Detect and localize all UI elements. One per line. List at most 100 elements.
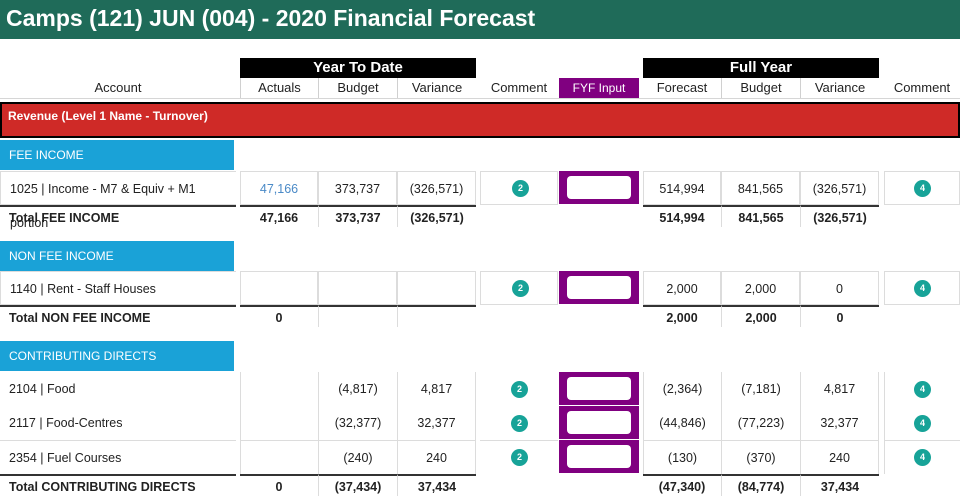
fyf-input-field[interactable] <box>559 372 639 405</box>
total-label: Total FEE INCOME <box>0 205 236 227</box>
page-title: Camps (121) JUN (004) - 2020 Financial F… <box>0 0 960 39</box>
col-comment: Comment <box>490 80 548 95</box>
comment-count-badge[interactable]: 2 <box>511 381 528 398</box>
fyf-input-field[interactable] <box>559 406 639 439</box>
col-fy-variance: Variance <box>800 78 879 98</box>
comment-count-badge[interactable]: 2 <box>512 280 529 297</box>
revenue-level-header[interactable]: Revenue (Level 1 Name - Turnover) <box>0 102 960 138</box>
actuals-value <box>240 406 318 440</box>
budget-value <box>318 271 397 305</box>
total-fy-budget: 2,000 <box>721 305 800 327</box>
comment-count-badge[interactable]: 2 <box>511 415 528 432</box>
fy-budget-value: (7,181) <box>721 372 800 406</box>
account-label: 2354 | Fuel Courses <box>0 440 236 474</box>
fy-comment-cell: 4 <box>884 440 960 474</box>
total-label: Total NON FEE INCOME <box>0 305 236 327</box>
fy-comment-count-badge[interactable]: 4 <box>914 381 931 398</box>
fy-variance-value: (326,571) <box>800 171 879 205</box>
budget-value: 373,737 <box>318 171 397 205</box>
comment-cell: 2 <box>480 406 558 440</box>
fy-comment-cell: 4 <box>884 372 960 406</box>
total-actuals: 47,166 <box>240 205 318 227</box>
fy-comment-cell: 4 <box>884 171 960 205</box>
actuals-value <box>240 271 318 305</box>
col-actuals: Actuals <box>240 78 318 98</box>
col-budget: Budget <box>318 78 397 98</box>
col-account: Account <box>94 80 142 95</box>
variance-value: 32,377 <box>397 406 476 440</box>
fy-comment-count-badge[interactable]: 4 <box>914 415 931 432</box>
comment-cell: 2 <box>480 440 558 474</box>
total-actuals: 0 <box>240 305 318 327</box>
total-budget: (37,434) <box>318 474 397 496</box>
fy-comment-count-badge[interactable]: 4 <box>914 280 931 297</box>
total-budget <box>318 305 397 327</box>
variance-value <box>397 271 476 305</box>
total-forecast: (47,340) <box>643 474 721 496</box>
comment-cell: 2 <box>480 372 558 406</box>
col-variance: Variance <box>397 78 476 98</box>
col-fy-comment: Comment <box>893 80 951 95</box>
comment-count-badge[interactable]: 2 <box>511 449 528 466</box>
total-label: Total CONTRIBUTING DIRECTS <box>0 474 236 496</box>
fyf-input-field[interactable] <box>559 171 639 204</box>
comment-count-badge[interactable]: 2 <box>512 180 529 197</box>
budget-value: (32,377) <box>318 406 397 440</box>
fy-comment-count-badge[interactable]: 4 <box>914 180 931 197</box>
account-label: 2117 | Food-Centres <box>9 416 123 430</box>
forecast-value: (44,846) <box>643 406 721 440</box>
total-fy-budget: (84,774) <box>721 474 800 496</box>
comment-cell: 2 <box>480 171 558 205</box>
actuals-value <box>240 440 318 474</box>
variance-value: (326,571) <box>397 171 476 205</box>
full-year-group-header: Full Year <box>643 58 879 78</box>
total-forecast: 2,000 <box>643 305 721 327</box>
col-fy-budget: Budget <box>721 78 800 98</box>
fyf-input-field[interactable] <box>559 440 639 473</box>
account-label: 2104 | Food <box>9 382 76 396</box>
total-variance <box>397 305 476 327</box>
forecast-value: 2,000 <box>643 271 721 305</box>
actuals-value <box>240 372 318 406</box>
total-variance: (326,571) <box>397 205 476 227</box>
ytd-group-header: Year To Date <box>240 58 476 78</box>
total-forecast: 514,994 <box>643 205 721 227</box>
forecast-value: 514,994 <box>643 171 721 205</box>
total-actuals: 0 <box>240 474 318 496</box>
total-budget: 373,737 <box>318 205 397 227</box>
total-fy-variance: 0 <box>800 305 879 327</box>
forecast-value: (130) <box>643 440 721 474</box>
variance-value: 4,817 <box>397 372 476 406</box>
budget-value: (240) <box>318 440 397 474</box>
total-fy-budget: 841,565 <box>721 205 800 227</box>
total-variance: 37,434 <box>397 474 476 496</box>
fyf-input-field[interactable] <box>559 271 639 304</box>
fy-comment-count-badge[interactable]: 4 <box>914 449 931 466</box>
fy-budget-value: 2,000 <box>721 271 800 305</box>
fy-variance-value: 0 <box>800 271 879 305</box>
variance-value: 240 <box>397 440 476 474</box>
fy-budget-value: 841,565 <box>721 171 800 205</box>
section-non-fee-income[interactable]: NON FEE INCOME <box>0 241 234 271</box>
section-contributing-directs[interactable]: CONTRIBUTING DIRECTS <box>0 341 234 371</box>
actuals-link[interactable]: 47,166 <box>240 171 318 205</box>
fy-variance-value: 32,377 <box>800 406 879 440</box>
fy-budget-value: (370) <box>721 440 800 474</box>
fy-variance-value: 4,817 <box>800 372 879 406</box>
fy-comment-cell: 4 <box>884 406 960 440</box>
total-fy-variance: 37,434 <box>800 474 879 496</box>
revenue-label: Revenue (Level 1 Name - Turnover) <box>8 109 208 123</box>
account-label: 1025 | Income - M7 & Equiv + M1 portion <box>0 171 236 230</box>
header-divider <box>0 98 960 99</box>
section-fee-income[interactable]: FEE INCOME <box>0 140 234 170</box>
fy-comment-cell: 4 <box>884 271 960 305</box>
col-forecast: Forecast <box>656 80 708 95</box>
col-fyf-input: FYF Input <box>559 78 639 98</box>
budget-value: (4,817) <box>318 372 397 406</box>
forecast-value: (2,364) <box>643 372 721 406</box>
comment-cell: 2 <box>480 271 558 305</box>
total-fy-variance: (326,571) <box>800 205 879 227</box>
account-label: 1140 | Rent - Staff Houses <box>0 271 236 305</box>
fy-variance-value: 240 <box>800 440 879 474</box>
fy-budget-value: (77,223) <box>721 406 800 440</box>
